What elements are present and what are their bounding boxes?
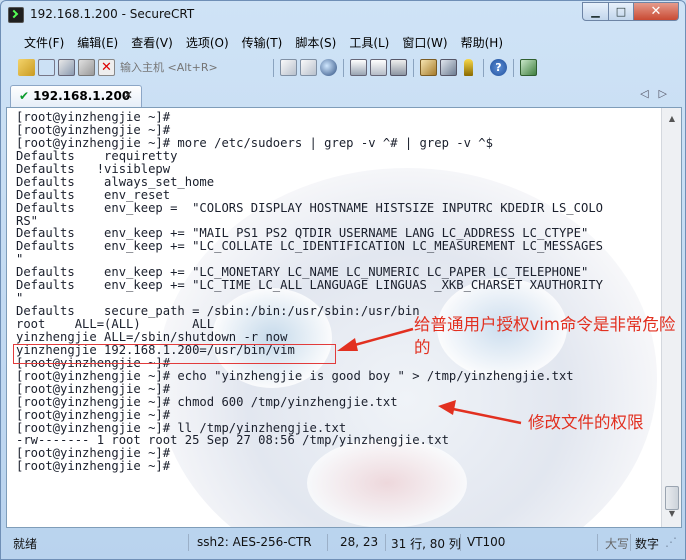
close-icon: ✕ xyxy=(650,4,662,19)
tab-next-icon[interactable]: ▷ xyxy=(659,87,677,100)
maximize-icon: □ xyxy=(615,5,627,18)
tab-scroll-arrows[interactable]: ◁▷ xyxy=(640,87,677,100)
status-divider xyxy=(630,534,631,551)
tab-prev-icon[interactable]: ◁ xyxy=(640,87,658,100)
menu-edit[interactable]: 编辑(E) xyxy=(70,31,124,53)
status-divider xyxy=(385,534,386,551)
window-title: 192.168.1.200 - SecureCRT xyxy=(30,7,195,21)
session-tab[interactable]: ✔ 192.168.1.200 ✕ xyxy=(10,85,142,107)
securecrt-app-icon xyxy=(8,7,24,23)
connect-icon[interactable] xyxy=(18,59,35,76)
toolbar-separator xyxy=(483,58,484,77)
session-tab-label: 192.168.1.200 xyxy=(33,89,131,103)
menu-bar: 文件(F) 编辑(E) 查看(V) 选项(O) 传输(T) 脚本(S) 工具(L… xyxy=(1,31,685,53)
status-size: 31 行, 80 列 xyxy=(391,537,461,551)
find-icon[interactable] xyxy=(320,59,337,76)
sftp-icon[interactable] xyxy=(520,59,537,76)
session-tab-bar: ✔ 192.168.1.200 ✕ ◁▷ xyxy=(5,83,683,107)
paste-icon[interactable] xyxy=(300,59,317,76)
keymap-icon[interactable] xyxy=(464,59,473,76)
vim-line-highlight-box xyxy=(13,344,336,364)
session-options-icon[interactable] xyxy=(420,59,437,76)
help-icon[interactable]: ? xyxy=(490,59,507,76)
menu-options[interactable]: 选项(O) xyxy=(179,31,235,53)
terminal-line: Defaults env_keep += "LC_COLLATE LC_IDEN… xyxy=(16,239,603,254)
minimize-icon: ▁ xyxy=(591,5,600,18)
printer-icon[interactable] xyxy=(390,59,407,76)
terminal-line: Defaults !visiblepw xyxy=(16,161,171,176)
menu-file[interactable]: 文件(F) xyxy=(17,31,70,53)
status-terminal-type: VT100 xyxy=(467,535,506,549)
terminal-line: [root@yinzhengjie ~]# xyxy=(16,381,171,396)
status-cursor: 28, 23 xyxy=(340,535,379,549)
annotation-vim-warning: 给普通用户授权vim命令是非常危险的 xyxy=(414,315,676,357)
status-divider xyxy=(597,534,598,551)
connected-check-icon: ✔ xyxy=(19,89,30,103)
terminal-line: Defaults env_reset xyxy=(16,187,171,202)
terminal-line: [root@yinzhengjie ~]# xyxy=(16,122,171,137)
title-bar[interactable]: 192.168.1.200 - SecureCRT ▁ □ ✕ xyxy=(1,1,685,29)
toolbar-separator xyxy=(413,58,414,77)
securecrt-window: 192.168.1.200 - SecureCRT ▁ □ ✕ 文件(F) 编辑… xyxy=(0,0,686,560)
status-ready: 就绪 xyxy=(13,537,38,551)
quick-connect-icon[interactable] xyxy=(38,59,55,76)
toolbar-separator xyxy=(343,58,344,77)
window-controls: ▁ □ ✕ xyxy=(582,2,679,21)
terminal-line: Defaults always_set_home xyxy=(16,174,215,189)
terminal-line: Defaults requiretty xyxy=(16,148,178,163)
terminal-line: [root@yinzhengjie ~]# more /etc/sudoers … xyxy=(16,135,493,150)
terminal-line: [root@yinzhengjie ~]# echo "yinzhengjie … xyxy=(16,368,574,383)
status-bar: 就绪 ssh2: AES-256-CTR 28, 23 31 行, 80 列 V… xyxy=(1,530,685,555)
status-caps: 大写 xyxy=(605,537,630,551)
global-options-icon[interactable] xyxy=(440,59,457,76)
terminal-line: [root@yinzhengjie ~]# chmod 600 /tmp/yin… xyxy=(16,394,398,409)
toolbar-separator xyxy=(273,58,274,77)
scroll-thumb[interactable] xyxy=(665,486,679,510)
scroll-up-icon[interactable]: ▲ xyxy=(665,114,679,128)
status-num: 数字 xyxy=(635,537,660,551)
tab-close-icon[interactable]: ✕ xyxy=(123,88,133,102)
menu-tools[interactable]: 工具(L) xyxy=(342,31,395,53)
terminal-line: [root@yinzhengjie ~]# xyxy=(16,459,171,474)
status-divider xyxy=(327,534,328,551)
annotation-permission-note: 修改文件的权限 xyxy=(528,413,644,432)
toolbar-separator xyxy=(513,58,514,77)
reconnect-icon[interactable] xyxy=(78,59,95,76)
print-icon[interactable] xyxy=(350,59,367,76)
terminal-line: Defaults env_keep += "LC_TIME LC_ALL LAN… xyxy=(16,278,603,293)
menu-view[interactable]: 查看(V) xyxy=(124,31,179,53)
status-divider xyxy=(460,534,461,551)
copy-icon[interactable] xyxy=(280,59,297,76)
toolbar: ✕ ? xyxy=(6,54,682,81)
menu-help[interactable]: 帮助(H) xyxy=(454,31,509,53)
resize-grip-icon[interactable]: ⋰ xyxy=(665,535,677,549)
connect-tab-icon[interactable] xyxy=(58,59,75,76)
disconnect-icon[interactable]: ✕ xyxy=(98,59,115,76)
status-divider xyxy=(188,534,189,551)
print-setup-icon[interactable] xyxy=(370,59,387,76)
terminal-line: [root@yinzhengjie ~]# xyxy=(16,110,171,124)
host-input[interactable] xyxy=(118,58,264,77)
maximize-button[interactable]: □ xyxy=(609,2,634,21)
menu-window[interactable]: 窗口(W) xyxy=(395,31,453,53)
minimize-button[interactable]: ▁ xyxy=(582,2,609,21)
status-cipher: ssh2: AES-256-CTR xyxy=(197,535,312,549)
menu-transfer[interactable]: 传输(T) xyxy=(235,31,289,53)
menu-script[interactable]: 脚本(S) xyxy=(288,31,342,53)
scroll-down-icon[interactable]: ▼ xyxy=(665,509,679,523)
close-button[interactable]: ✕ xyxy=(634,2,679,21)
terminal-line: Defaults env_keep = "COLORS DISPLAY HOST… xyxy=(16,200,603,215)
